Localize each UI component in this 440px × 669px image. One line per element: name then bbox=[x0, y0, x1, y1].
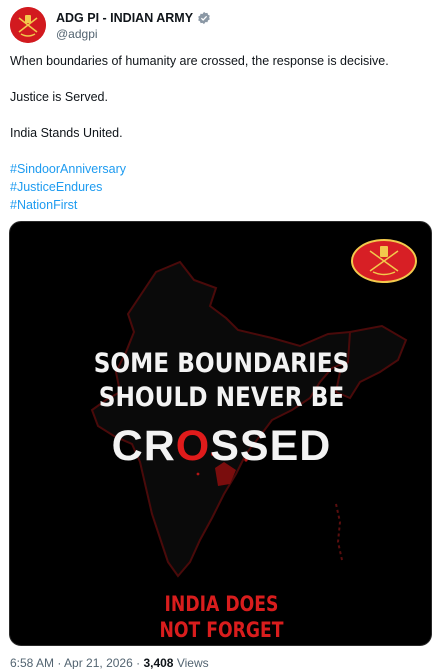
tweet-date[interactable]: Apr 21, 2026 bbox=[64, 656, 133, 669]
tweet-line: When boundaries of humanity are crossed,… bbox=[10, 54, 389, 68]
separator: · bbox=[136, 656, 141, 669]
image-headline-line: SOME BOUNDARIES bbox=[93, 348, 350, 379]
headline-word-part: CR bbox=[111, 422, 176, 470]
tweet-header: ADG PI - INDIAN ARMY @adgpi bbox=[10, 7, 430, 47]
indian-army-logo-icon bbox=[10, 7, 46, 43]
tweet-time[interactable]: 6:58 AM bbox=[10, 656, 54, 669]
headline-word-part: SSED bbox=[210, 422, 332, 470]
hashtag-link[interactable]: #JusticeEndures bbox=[10, 178, 430, 196]
tweet-line: India Stands United. bbox=[10, 126, 123, 140]
separator: · bbox=[57, 656, 62, 669]
image-tagline-line: NOT FORGET bbox=[159, 618, 284, 642]
hashtag-link[interactable]: #SindoorAnniversary bbox=[10, 160, 430, 178]
account-handle[interactable]: @adgpi bbox=[56, 27, 98, 41]
image-headline-line: SHOULD NEVER BE bbox=[98, 382, 345, 413]
image-headline-crossed: CROSSED bbox=[10, 422, 431, 471]
account-name[interactable]: ADG PI - INDIAN ARMY bbox=[56, 11, 193, 25]
account-avatar[interactable] bbox=[10, 7, 46, 43]
tweet-metadata: 6:58 AM · Apr 21, 2026 · 3,408 Views bbox=[10, 656, 209, 669]
tweet-image[interactable]: SOME BOUNDARIES SHOULD NEVER BE CROSSED … bbox=[9, 221, 432, 646]
sindoor-o-mark: O bbox=[175, 422, 211, 470]
views-label: Views bbox=[176, 656, 209, 669]
verified-badge-icon bbox=[198, 11, 210, 24]
tweet-line: Justice is Served. bbox=[10, 90, 108, 104]
views-count: 3,408 bbox=[143, 656, 174, 669]
hashtag-link[interactable]: #NationFirst bbox=[10, 196, 430, 214]
account-name-row: ADG PI - INDIAN ARMY bbox=[56, 9, 211, 26]
indian-army-emblem-icon bbox=[351, 239, 417, 283]
image-tagline-line: INDIA DOES bbox=[164, 592, 279, 616]
tweet-body: When boundaries of humanity are crossed,… bbox=[10, 52, 430, 214]
